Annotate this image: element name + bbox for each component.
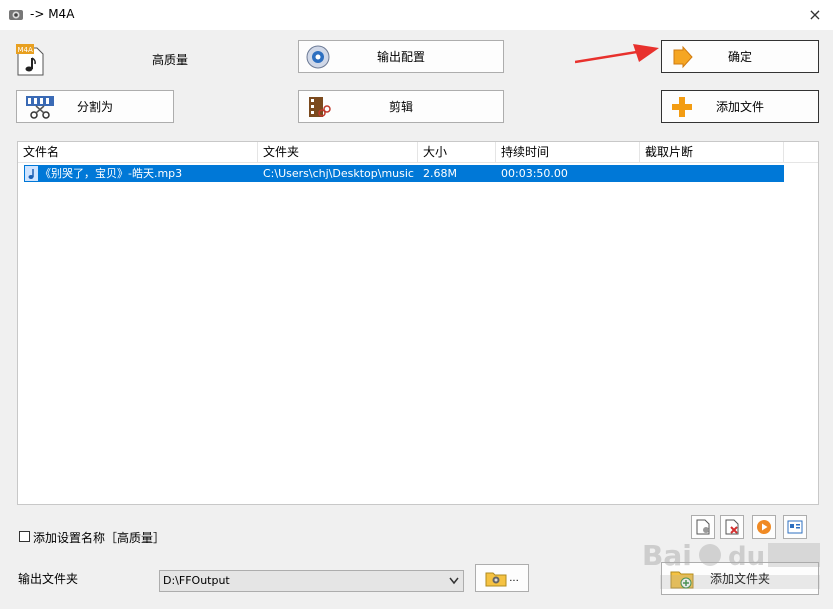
output-config-label: 输出配置 [376, 50, 425, 64]
browse-folder-button[interactable]: ... [475, 564, 529, 592]
browse-dots: ... [509, 572, 519, 584]
output-folder-select[interactable]: D:\FFOutput [159, 570, 464, 592]
cell-filename: 《别哭了，宝贝》-皓天.mp3 [40, 167, 183, 180]
table-row[interactable]: 《别哭了，宝贝》-皓天.mp3 C:\Users\chj\Desktop\mus… [24, 165, 784, 182]
close-button[interactable]: × [805, 5, 825, 25]
add-settings-name-label: 添加设置名称［高质量］ [33, 531, 166, 545]
column-header[interactable]: 文件夹 [258, 142, 418, 163]
cell-folder: C:\Users\chj\Desktop\music [263, 167, 414, 180]
cell-duration: 00:03:50.00 [501, 167, 568, 180]
output-config-button[interactable]: 输出配置 [298, 40, 504, 73]
list-header: 文件名 文件夹 大小 持续时间 截取片断 [18, 142, 818, 163]
split-label: 分割为 [76, 100, 113, 114]
chevron-down-icon [449, 577, 459, 585]
m4a-badge: M4A [18, 46, 33, 54]
doc-gear-icon [696, 519, 710, 535]
add-file-label: 添加文件 [715, 100, 764, 114]
title-bar: -> M4A × [0, 0, 833, 30]
add-file-button[interactable]: 添加文件 [661, 90, 819, 123]
window-title: -> M4A [30, 7, 75, 21]
split-button[interactable]: 分割为 [16, 90, 174, 123]
cell-clip [645, 165, 784, 182]
music-file-icon [25, 166, 38, 181]
folder-camera-icon [485, 572, 507, 587]
plus-icon [672, 96, 692, 117]
edit-button[interactable]: 剪辑 [298, 90, 504, 123]
file-list[interactable]: 文件名 文件夹 大小 持续时间 截取片断 《别哭了，宝贝》-皓天.mp3 C:\… [17, 141, 819, 505]
column-header[interactable]: 文件名 [18, 142, 258, 163]
app-icon [9, 10, 23, 20]
svg-text:Bai: Bai [642, 539, 692, 572]
arrow-right-icon [673, 45, 693, 68]
m4a-file-icon: M4A [16, 44, 44, 76]
quality-label: 高质量 [152, 53, 189, 67]
annotation-arrow [575, 44, 659, 64]
baidu-watermark: Bai du [642, 539, 820, 589]
edit-label: 剪辑 [388, 100, 413, 114]
scissors-icon [26, 95, 54, 119]
svg-text:du: du [728, 542, 765, 572]
add-settings-name-checkbox[interactable] [19, 531, 30, 542]
film-edit-icon [309, 96, 331, 117]
info-card-icon [787, 520, 803, 534]
doc-remove-icon [725, 519, 739, 535]
ok-label: 确定 [727, 50, 752, 64]
output-folder-value: D:\FFOutput [163, 574, 230, 587]
settings-icon [306, 45, 330, 68]
column-header[interactable]: 持续时间 [496, 142, 640, 163]
cell-size: 2.68M [423, 167, 457, 180]
column-header[interactable]: 截取片断 [640, 142, 784, 163]
output-folder-label: 输出文件夹 [18, 572, 79, 586]
column-header[interactable]: 大小 [418, 142, 496, 163]
play-icon [757, 520, 771, 534]
ok-button[interactable]: 确定 [661, 40, 819, 73]
